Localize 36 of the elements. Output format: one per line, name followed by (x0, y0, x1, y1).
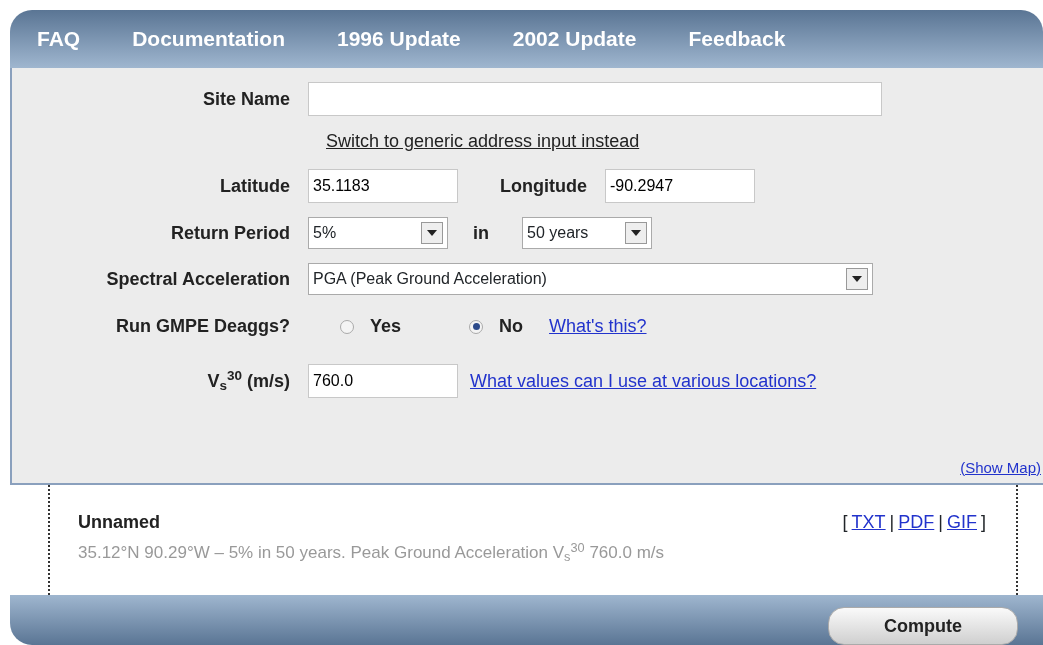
option-label: No (499, 315, 524, 338)
dropdown[interactable]: 50 years (522, 217, 652, 249)
option-label: Yes (370, 315, 402, 338)
help-link[interactable]: What's this? (549, 313, 647, 340)
help-link[interactable]: What values can I use at various locations? (470, 367, 817, 395)
dropdown[interactable]: PGA (Peak Ground Acceleration) (308, 263, 873, 295)
field-label: V$_{s}$$^{30}$ (m/s) (206, 367, 291, 395)
bracket-text: ] (981, 511, 986, 534)
site-name-field[interactable] (308, 82, 882, 116)
field-label: Latitude (219, 174, 291, 198)
result-description: 35.12°N 90.29°W – 5% in 50 years. Peak Ground Acceleration V$_{s}$$^{30}$ 760.0 m/s (78, 540, 666, 566)
bracket-text: [ (842, 511, 848, 534)
radio-button[interactable] (340, 319, 354, 334)
vs30-field[interactable]: 760.0 (308, 364, 458, 398)
download-link[interactable]: TXT (851, 509, 886, 536)
field-label: Site Name (201, 87, 291, 111)
longitude-field[interactable]: -90.2947 (605, 169, 755, 203)
radio-button[interactable] (469, 319, 484, 334)
field-label: Longitude (500, 174, 587, 198)
dropdown[interactable]: 5% (308, 217, 448, 249)
field-label: Return Period (170, 221, 291, 245)
download-link[interactable]: GIF (947, 509, 977, 536)
caret-icon (625, 222, 647, 244)
switch-link[interactable]: Switch to generic address input instead (326, 128, 640, 155)
caret-icon (846, 268, 868, 290)
separator-text: | (889, 511, 895, 534)
result-title: Unnamed (78, 511, 160, 534)
field-label: Run GMPE Deaggs? (115, 315, 291, 338)
connector-text: in (473, 221, 489, 245)
separator-text: | (938, 511, 943, 534)
download-link[interactable]: PDF (898, 509, 935, 536)
compute-button[interactable]: Compute (828, 607, 1018, 645)
field-label: Spectral Acceleration (105, 267, 291, 291)
latitude-field[interactable]: 35.1183 (308, 169, 458, 203)
caret-icon (421, 222, 443, 244)
show-map-link[interactable]: (Show Map) (960, 456, 1041, 479)
